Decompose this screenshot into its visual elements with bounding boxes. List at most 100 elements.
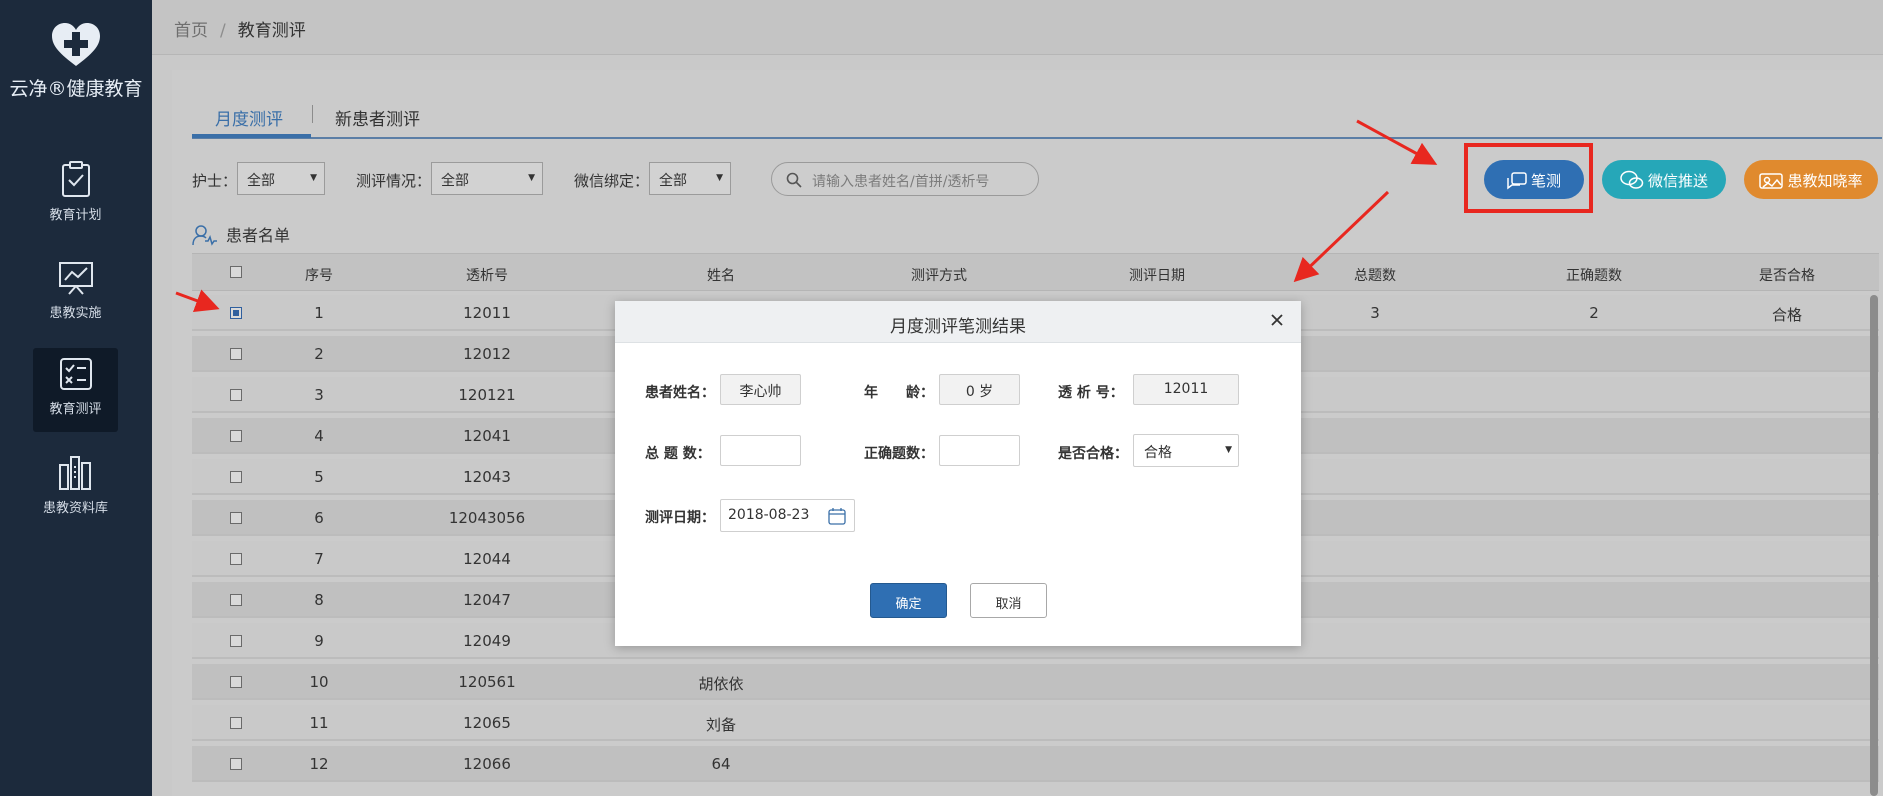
correct-questions-label: 正确题数： (864, 446, 934, 462)
age-field: 0 岁 (939, 374, 1020, 405)
age-label: 年 龄： (864, 385, 934, 401)
cell-no: 11 (309, 714, 329, 732)
calendar-icon[interactable] (828, 508, 846, 525)
cell-no: 4 (314, 427, 324, 445)
tab-new-patient-assessment[interactable]: 新患者测评 (335, 105, 420, 130)
breadcrumb: 首页 / 教育测评 (174, 16, 306, 41)
awareness-rate-button[interactable]: 患教知晓率 (1744, 160, 1878, 199)
wechat-select[interactable]: 全部 ▼ (649, 162, 731, 195)
cell-dialysis-no: 12066 (463, 755, 511, 773)
cell-no: 9 (314, 632, 324, 650)
nurse-select[interactable]: 全部 ▼ (237, 162, 325, 195)
sidebar-item-education-plan[interactable]: 教育计划 (33, 160, 118, 244)
sidebar-item-education-library[interactable]: 患教资料库 (33, 455, 118, 539)
column-header-no: 序号 (305, 268, 333, 284)
close-icon[interactable] (1267, 310, 1287, 330)
sidebar-item-label: 患教资料库 (42, 501, 108, 516)
chevron-down-icon: ▼ (310, 173, 317, 183)
column-header-correct: 正确题数 (1566, 268, 1622, 284)
breadcrumb-current: 教育测评 (237, 21, 306, 41)
presentation-board-icon (58, 262, 93, 295)
table-scrollbar[interactable] (1870, 295, 1878, 796)
checklist-icon (59, 358, 92, 390)
sidebar-item-label: 教育测评 (49, 402, 102, 417)
wechat-icon (1620, 170, 1644, 189)
search-input[interactable]: 请输入患者姓名/首拼/透析号 (771, 162, 1039, 196)
row-checkbox[interactable] (230, 471, 242, 483)
tab-divider (312, 105, 313, 123)
status-filter-label: 测评情况： (356, 172, 432, 190)
tab-bar: 月度测评 新患者测评 (192, 103, 1882, 139)
row-checkbox[interactable] (230, 389, 242, 401)
sidebar: 云净®健康教育 教育计划 患教实施 教育测评 患教资料库 (0, 0, 152, 796)
breadcrumb-home[interactable]: 首页 (174, 21, 208, 41)
pass-select[interactable]: 合格 ▼ (1133, 434, 1239, 467)
total-questions-label: 总 题 数： (645, 446, 711, 462)
wechat-push-button[interactable]: 微信推送 (1602, 160, 1726, 199)
cell-dialysis-no: 12043 (463, 468, 511, 486)
row-checkbox[interactable] (230, 348, 242, 360)
assessment-date-label: 测评日期： (645, 510, 715, 526)
cell-dialysis-no: 12065 (463, 714, 511, 732)
sidebar-item-education-implementation[interactable]: 患教实施 (33, 260, 118, 344)
dialysis-no-field: 12011 (1133, 374, 1239, 405)
column-header-name: 姓名 (707, 268, 735, 284)
row-checkbox[interactable] (230, 430, 242, 442)
row-checkbox[interactable] (230, 676, 242, 688)
cell-dialysis-no: 12041 (463, 427, 511, 445)
table-row[interactable]: 11 12065 刘备 (192, 705, 1879, 741)
pass-label: 是否合格： (1058, 446, 1128, 462)
cell-dialysis-no: 12011 (463, 304, 511, 322)
select-all-checkbox[interactable] (230, 266, 242, 278)
assessment-date-input[interactable]: 2018-08-23 (720, 499, 855, 532)
table-row[interactable]: 12 12066 64 (192, 746, 1879, 782)
cell-name: 胡依依 (698, 675, 744, 693)
row-checkbox[interactable] (230, 717, 242, 729)
annotation-highlight-box (1464, 143, 1593, 213)
chevron-down-icon: ▼ (1225, 445, 1232, 455)
cell-dialysis-no: 12047 (463, 591, 511, 609)
cell-name: 刘备 (705, 716, 737, 734)
row-checkbox[interactable] (230, 635, 242, 647)
logo: 云净®健康教育 (0, 22, 152, 101)
status-select[interactable]: 全部 ▼ (431, 162, 543, 195)
correct-questions-input[interactable] (939, 435, 1020, 466)
cell-dialysis-no: 12012 (463, 345, 511, 363)
wechat-filter-label: 微信绑定： (574, 172, 650, 190)
top-bar: 首页 / 教育测评 (152, 0, 1883, 55)
search-icon (786, 172, 802, 188)
nurse-select-value: 全部 (247, 173, 275, 189)
cell-dialysis-no: 120561 (458, 673, 516, 691)
sidebar-item-label: 教育计划 (49, 208, 102, 223)
cell-no: 3 (314, 386, 324, 404)
cancel-button[interactable]: 取消 (970, 583, 1047, 618)
sidebar-item-education-assessment[interactable]: 教育测评 (33, 348, 118, 432)
clipboard-check-icon (61, 161, 90, 197)
confirm-button[interactable]: 确定 (870, 583, 947, 618)
cell-no: 8 (314, 591, 324, 609)
cell-no: 12 (309, 755, 329, 773)
table-header: 序号 透析号 姓名 测评方式 测评日期 总题数 正确题数 是否合格 (192, 253, 1879, 291)
breadcrumb-separator: / (220, 21, 226, 41)
tab-monthly-assessment[interactable]: 月度测评 (215, 105, 283, 130)
total-questions-input[interactable] (720, 435, 801, 466)
pass-select-value: 合格 (1144, 445, 1172, 461)
row-checkbox[interactable] (230, 594, 242, 606)
cell-correct: 2 (1589, 304, 1599, 322)
cell-dialysis-no: 12049 (463, 632, 511, 650)
row-checkbox[interactable] (230, 512, 242, 524)
wechat-push-label: 微信推送 (1647, 172, 1708, 190)
sidebar-item-label: 患教实施 (49, 306, 102, 321)
dialog-title: 月度测评笔测结果 (890, 317, 1026, 337)
row-checkbox[interactable] (230, 307, 242, 319)
user-pulse-icon (192, 225, 217, 246)
table-row[interactable]: 10 120561 胡依依 (192, 664, 1879, 700)
dialysis-no-label: 透 析 号： (1058, 385, 1124, 401)
row-checkbox[interactable] (230, 758, 242, 770)
cell-no: 2 (314, 345, 324, 363)
status-select-value: 全部 (441, 173, 469, 189)
cell-dialysis-no: 120121 (458, 386, 516, 404)
search-placeholder: 请输入患者姓名/首拼/透析号 (812, 174, 990, 190)
row-checkbox[interactable] (230, 553, 242, 565)
chevron-down-icon: ▼ (716, 173, 723, 183)
